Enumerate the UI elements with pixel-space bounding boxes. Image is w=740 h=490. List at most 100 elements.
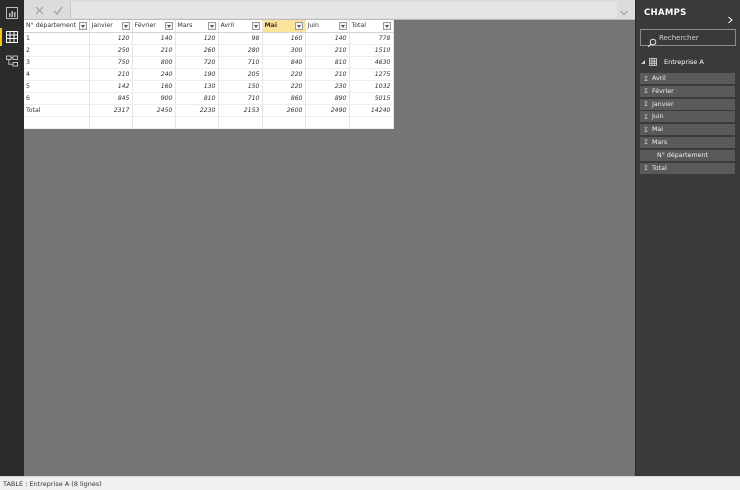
table-cell[interactable]: 710 <box>218 92 263 105</box>
left-navigation <box>0 0 24 476</box>
commit-formula-button[interactable] <box>51 3 65 17</box>
table-cell[interactable]: 6 <box>24 92 90 105</box>
table-cell[interactable]: 210 <box>305 68 350 81</box>
table-cell[interactable]: 240 <box>132 68 176 81</box>
column-header-juin[interactable]: Juin <box>305 20 350 33</box>
fields-search-input[interactable] <box>659 31 733 44</box>
table-cell[interactable]: 845 <box>89 92 133 105</box>
table-cell[interactable]: 810 <box>175 92 219 105</box>
column-header-departement[interactable]: N° département <box>24 20 90 33</box>
table-cell[interactable]: 220 <box>262 80 306 93</box>
table-cell[interactable]: 210 <box>89 68 133 81</box>
table-cell[interactable]: 900 <box>132 92 176 105</box>
table-cell[interactable]: 4 <box>24 68 90 81</box>
model-view-button[interactable] <box>0 50 24 72</box>
table-cell[interactable]: 2600 <box>262 104 306 117</box>
column-header-mai[interactable]: Mai <box>262 20 306 33</box>
table-cell[interactable]: 210 <box>305 44 350 57</box>
table-cell[interactable]: 778 <box>349 32 394 45</box>
field-item[interactable]: Σ Mai <box>640 124 735 136</box>
table-cell[interactable]: 710 <box>218 56 263 69</box>
table-cell[interactable]: 750 <box>89 56 133 69</box>
formula-expand-button[interactable] <box>619 3 631 16</box>
collapse-pane-button[interactable] <box>726 9 734 24</box>
table-cell[interactable]: 2153 <box>218 104 263 117</box>
table-cell[interactable]: 140 <box>305 32 350 45</box>
field-item[interactable]: Σ Total <box>640 162 735 174</box>
cancel-formula-button[interactable] <box>32 3 46 17</box>
table-cell[interactable] <box>262 116 306 129</box>
field-item[interactable]: N° département <box>640 149 735 161</box>
table-cell[interactable]: 4630 <box>349 56 394 69</box>
column-header-mars[interactable]: Mars <box>175 20 219 33</box>
table-cell[interactable]: 160 <box>132 80 176 93</box>
table-cell[interactable]: 3 <box>24 56 90 69</box>
column-filter-button[interactable] <box>294 22 303 30</box>
table-cell[interactable]: 14240 <box>349 104 394 117</box>
table-cell[interactable]: 5015 <box>349 92 394 105</box>
table-cell[interactable]: 5 <box>24 80 90 93</box>
table-cell[interactable]: 280 <box>218 44 263 57</box>
table-cell[interactable]: 2230 <box>175 104 219 117</box>
table-cell[interactable]: 142 <box>89 80 133 93</box>
table-cell[interactable]: 860 <box>262 92 306 105</box>
column-filter-button[interactable] <box>338 22 347 30</box>
table-cell[interactable]: 720 <box>175 56 219 69</box>
table-cell[interactable]: 230 <box>305 80 350 93</box>
table-cell[interactable] <box>175 116 219 129</box>
table-cell[interactable]: 2490 <box>305 104 350 117</box>
table-cell[interactable] <box>132 116 176 129</box>
table-cell[interactable]: 2317 <box>89 104 133 117</box>
column-header-avril[interactable]: Avril <box>218 20 263 33</box>
table-cell[interactable]: 120 <box>89 32 133 45</box>
column-header-total[interactable]: Total <box>349 20 394 33</box>
table-cell[interactable]: 140 <box>132 32 176 45</box>
column-header-janvier[interactable]: Janvier <box>89 20 133 33</box>
table-cell[interactable]: 890 <box>305 92 350 105</box>
table-cell[interactable]: 1 <box>24 32 90 45</box>
table-cell[interactable]: 210 <box>132 44 176 57</box>
report-view-button[interactable] <box>0 2 24 24</box>
table-cell[interactable]: 130 <box>175 80 219 93</box>
field-item[interactable]: Σ Juin <box>640 111 735 123</box>
field-item[interactable]: Σ Mars <box>640 136 735 148</box>
table-cell[interactable]: 300 <box>262 44 306 57</box>
table-cell[interactable]: 190 <box>175 68 219 81</box>
table-cell[interactable]: 260 <box>175 44 219 57</box>
field-item[interactable]: Σ Janvier <box>640 98 735 110</box>
table-cell[interactable]: 1032 <box>349 80 394 93</box>
table-cell[interactable]: 840 <box>262 56 306 69</box>
column-filter-button[interactable] <box>207 22 216 30</box>
column-header-fevrier[interactable]: Février <box>132 20 176 33</box>
table-cell[interactable]: Total <box>24 104 90 117</box>
table-cell[interactable]: 120 <box>175 32 219 45</box>
table-cell[interactable]: 810 <box>305 56 350 69</box>
formula-input[interactable] <box>70 2 617 18</box>
column-filter-button[interactable] <box>382 22 391 30</box>
table-cell[interactable]: 800 <box>132 56 176 69</box>
fields-search-box[interactable] <box>640 29 736 48</box>
table-cell[interactable] <box>89 116 133 129</box>
table-cell[interactable]: 150 <box>218 80 263 93</box>
column-filter-button[interactable] <box>164 22 173 30</box>
table-cell[interactable]: 1275 <box>349 68 394 81</box>
data-view-button[interactable] <box>0 26 24 48</box>
column-filter-button[interactable] <box>121 22 130 30</box>
table-cell[interactable] <box>305 116 350 129</box>
field-item[interactable]: Σ Avril <box>640 73 735 84</box>
field-item[interactable]: Σ Février <box>640 85 735 97</box>
table-cell[interactable] <box>218 116 263 129</box>
table-node-entreprise-a[interactable]: Entreprise A <box>640 56 738 68</box>
table-cell[interactable]: 1510 <box>349 44 394 57</box>
table-cell[interactable]: 98 <box>218 32 263 45</box>
table-cell[interactable] <box>349 116 394 129</box>
column-filter-button[interactable] <box>251 22 260 30</box>
table-cell[interactable]: 2 <box>24 44 90 57</box>
table-cell[interactable]: 250 <box>89 44 133 57</box>
table-cell[interactable] <box>24 116 90 129</box>
table-cell[interactable]: 205 <box>218 68 263 81</box>
table-cell[interactable]: 220 <box>262 68 306 81</box>
table-cell[interactable]: 2450 <box>132 104 176 117</box>
table-cell[interactable]: 160 <box>262 32 306 45</box>
column-filter-button[interactable] <box>78 22 87 30</box>
